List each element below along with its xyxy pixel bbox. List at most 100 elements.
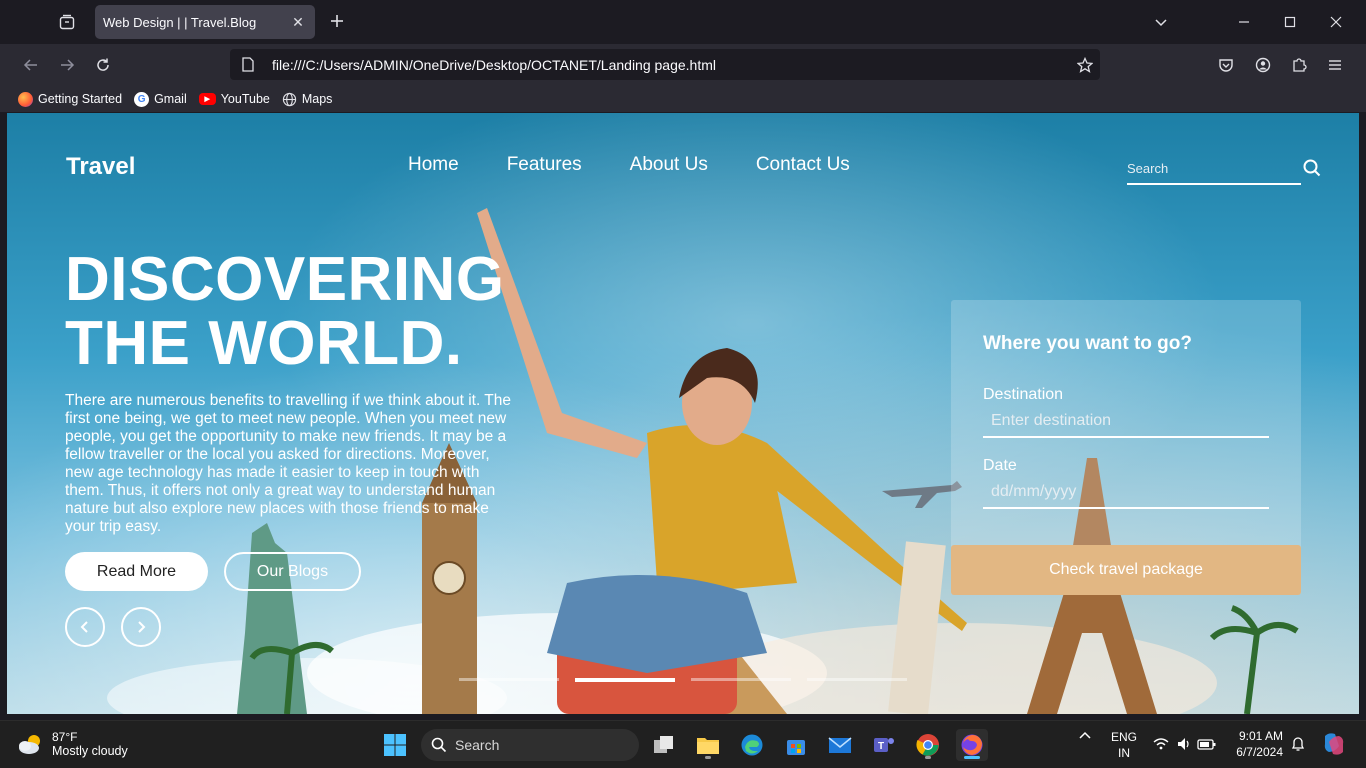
search-icon[interactable]: [1303, 157, 1321, 179]
bookmark-youtube[interactable]: ▶ YouTube: [198, 92, 270, 106]
weather-temp: 87°F: [52, 730, 78, 744]
mail-button[interactable]: [824, 729, 856, 761]
cloud-sun-icon: [19, 735, 40, 754]
teams-icon: T: [874, 738, 894, 752]
read-more-button[interactable]: Read More: [65, 552, 208, 591]
weather-condition: Mostly cloudy: [52, 744, 128, 758]
running-indicator: [964, 756, 980, 759]
pocket-icon: [1219, 59, 1233, 72]
slider-indicator-2[interactable]: [575, 678, 675, 682]
menu-about-us[interactable]: About Us: [630, 154, 708, 176]
firefox-icon: [961, 734, 983, 756]
destination-input[interactable]: [991, 412, 1269, 430]
edge-icon: [741, 734, 763, 756]
slider-indicators: [459, 678, 907, 682]
running-indicator: [925, 756, 931, 759]
close-window-button[interactable]: [1313, 0, 1359, 44]
language-line1: ENG: [1110, 730, 1137, 744]
bookmarks-toolbar: Getting Started G Gmail ▶ YouTube Maps: [0, 86, 1366, 112]
file-explorer-button[interactable]: [692, 729, 724, 761]
firefox-icon: [18, 91, 33, 107]
bookmark-maps[interactable]: Maps: [282, 92, 332, 107]
windows-logo-icon: [384, 734, 406, 756]
running-indicator: [705, 756, 711, 759]
booking-title: Where you want to go?: [983, 333, 1192, 354]
plus-icon: [331, 15, 343, 27]
url-text: file:///C:/Users/ADMIN/OneDrive/Desktop/…: [272, 56, 717, 73]
arrow-left-icon: [23, 59, 37, 71]
address-bar[interactable]: file:///C:/Users/ADMIN/OneDrive/Desktop/…: [230, 49, 1100, 80]
bookmark-label: Getting Started: [38, 92, 123, 106]
destination-label: Destination: [983, 386, 1064, 403]
quick-settings-button[interactable]: [1152, 735, 1218, 756]
chrome-button[interactable]: [912, 729, 944, 761]
edge-button[interactable]: [736, 729, 768, 761]
list-all-tabs-button[interactable]: [1138, 0, 1184, 44]
menu-contact-us[interactable]: Contact Us: [756, 154, 850, 176]
menu-features[interactable]: Features: [507, 154, 582, 176]
battery-icon: [1197, 739, 1216, 750]
maximize-button[interactable]: [1267, 0, 1313, 44]
account-button[interactable]: [1248, 50, 1278, 80]
store-icon: [787, 740, 805, 755]
tab-overview-button[interactable]: [52, 7, 82, 37]
chrome-icon: [916, 734, 939, 756]
site-search: [1127, 153, 1321, 185]
hamburger-icon: [1329, 60, 1341, 70]
volume-icon: [1178, 738, 1189, 750]
clock[interactable]: 9:01 AM 6/7/2024: [1225, 728, 1283, 760]
slider-indicator-3[interactable]: [691, 678, 791, 681]
notifications-button[interactable]: [1290, 736, 1306, 755]
language-indicator[interactable]: ENG IN: [1110, 729, 1138, 761]
show-hidden-icons-button[interactable]: [1078, 729, 1092, 746]
weather-widget[interactable]: 87°F Mostly cloudy: [16, 730, 128, 758]
forward-button[interactable]: [52, 50, 82, 80]
slider-indicator-4[interactable]: [807, 678, 907, 681]
reload-button[interactable]: [88, 50, 118, 80]
site-logo[interactable]: Travel: [66, 153, 135, 181]
task-view-button[interactable]: [648, 729, 680, 761]
arrow-right-icon: [61, 59, 75, 71]
svg-text:T: T: [878, 741, 884, 752]
teams-button[interactable]: T: [868, 729, 900, 761]
slider-prev-button[interactable]: [65, 607, 105, 647]
start-button[interactable]: [379, 729, 411, 761]
search-input[interactable]: [1127, 160, 1303, 176]
menu-home[interactable]: Home: [408, 154, 459, 176]
bookmark-gmail[interactable]: G Gmail: [134, 91, 187, 107]
back-button[interactable]: [16, 50, 46, 80]
pocket-button[interactable]: [1211, 50, 1241, 80]
bell-icon: [1291, 737, 1305, 751]
slider-indicator-1[interactable]: [459, 678, 559, 681]
new-tab-button[interactable]: [326, 10, 348, 32]
chevron-left-icon: [80, 621, 88, 633]
firefox-button[interactable]: [956, 729, 988, 761]
main-menu: Home Features About Us Contact Us: [408, 154, 850, 176]
minimize-button[interactable]: [1221, 0, 1267, 44]
close-icon[interactable]: ✕: [289, 13, 307, 31]
globe-icon: [282, 92, 297, 107]
active-tab[interactable]: Web Design | | Travel.Blog ✕: [95, 5, 315, 39]
chevron-down-icon: [1155, 19, 1167, 27]
menu-button[interactable]: [1320, 50, 1350, 80]
taskbar-search[interactable]: Search: [421, 729, 639, 761]
close-window-icon: [1330, 16, 1342, 28]
extensions-button[interactable]: [1284, 50, 1314, 80]
hero-title-line2: THE WORLD.: [65, 309, 463, 378]
slider-next-button[interactable]: [121, 607, 161, 647]
web-page: Travel Home Features About Us Contact Us…: [7, 113, 1359, 714]
maximize-icon: [1284, 16, 1296, 28]
copilot-button[interactable]: [1321, 732, 1347, 759]
our-blogs-button[interactable]: Our Blogs: [224, 552, 361, 591]
check-travel-package-button[interactable]: Check travel package: [951, 545, 1301, 595]
bookmark-star-icon[interactable]: [1070, 56, 1100, 73]
store-button[interactable]: [780, 729, 812, 761]
bookmark-getting-started[interactable]: Getting Started: [18, 91, 123, 107]
puzzle-icon: [1293, 58, 1307, 72]
date-input[interactable]: [991, 483, 1269, 501]
browser-tab-bar: Web Design | | Travel.Blog ✕: [0, 0, 1366, 44]
date-field-wrap: [983, 477, 1269, 509]
minimize-icon: [1239, 21, 1249, 23]
tab-overview-icon: [59, 14, 75, 30]
search-icon: [431, 737, 447, 753]
